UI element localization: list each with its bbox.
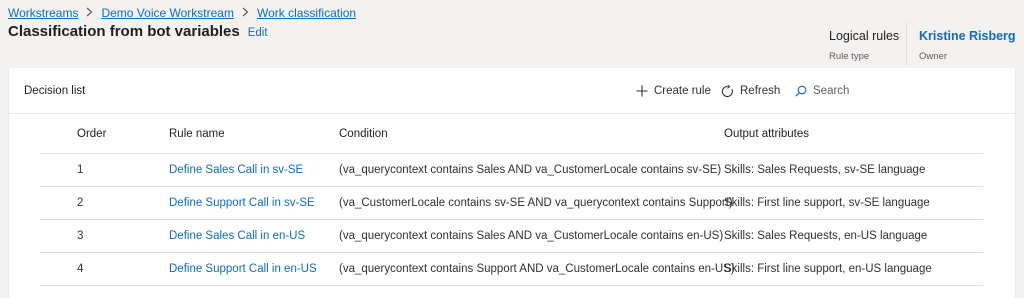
- row-order: 4: [77, 263, 84, 275]
- breadcrumb: Workstreams Demo Voice Workstream Work c…: [8, 6, 356, 20]
- decision-list-panel: Decision list Create rule Refresh Search…: [9, 68, 1015, 298]
- panel-title: Decision list: [24, 85, 86, 97]
- row-order: 3: [77, 230, 84, 242]
- search-placeholder: Search: [813, 85, 850, 97]
- rule-name-link[interactable]: Define Support Call in sv-SE: [169, 187, 315, 219]
- rule-name-link[interactable]: Define Sales Call in en-US: [169, 220, 305, 252]
- column-header-condition[interactable]: Condition: [339, 114, 388, 153]
- table-row[interactable]: 2 Define Support Call in sv-SE (va_Custo…: [40, 187, 983, 220]
- owner-label: Owner: [919, 51, 947, 62]
- search-icon: [795, 85, 807, 97]
- row-condition: (va_querycontext contains Sales AND va_C…: [339, 230, 724, 242]
- table-row[interactable]: 3 Define Sales Call in en-US (va_queryco…: [40, 220, 983, 253]
- row-output-attributes: Skills: First line support, sv-SE langua…: [724, 197, 930, 209]
- table-header-row: Order Rule name Condition Output attribu…: [40, 114, 983, 154]
- column-header-order[interactable]: Order: [77, 114, 106, 153]
- title-row: Classification from bot variables Edit: [8, 23, 268, 40]
- row-order: 1: [77, 164, 84, 176]
- row-output-attributes: Skills: First line support, en-US langua…: [724, 263, 932, 275]
- breadcrumb-work-classification[interactable]: Work classification: [257, 6, 356, 20]
- owner-value[interactable]: Kristine Risberg: [919, 29, 1016, 43]
- row-condition: (va_CustomerLocale contains sv-SE AND va…: [339, 197, 733, 209]
- breadcrumb-workstreams[interactable]: Workstreams: [8, 6, 78, 20]
- rule-name-link[interactable]: Define Sales Call in sv-SE: [169, 154, 303, 186]
- panel-header: Decision list Create rule Refresh Search: [9, 68, 1015, 114]
- rule-name-link[interactable]: Define Support Call in en-US: [169, 253, 317, 285]
- table-row[interactable]: 4 Define Support Call in en-US (va_query…: [40, 253, 983, 286]
- plus-icon: [636, 85, 648, 97]
- column-header-rule-name[interactable]: Rule name: [169, 114, 225, 153]
- owner-meta: Kristine Risberg Owner: [919, 29, 1016, 62]
- column-header-output-attributes[interactable]: Output attributes: [724, 114, 809, 153]
- meta-divider: [906, 22, 907, 66]
- search-input[interactable]: Search: [795, 68, 849, 114]
- page-title: Classification from bot variables: [8, 23, 240, 40]
- breadcrumb-demo-voice-workstream[interactable]: Demo Voice Workstream: [101, 6, 234, 20]
- decision-table: Order Rule name Condition Output attribu…: [40, 114, 983, 286]
- edit-link[interactable]: Edit: [248, 27, 268, 39]
- row-condition: (va_querycontext contains Support AND va…: [339, 263, 735, 275]
- refresh-button[interactable]: Refresh: [721, 68, 780, 114]
- table-row[interactable]: 1 Define Sales Call in sv-SE (va_queryco…: [40, 154, 983, 187]
- chevron-right-icon: [242, 7, 249, 20]
- rule-type-label: Rule type: [829, 51, 870, 62]
- refresh-icon: [721, 84, 733, 97]
- create-rule-label: Create rule: [654, 85, 711, 97]
- rule-type-value: Logical rules: [829, 29, 900, 43]
- row-output-attributes: Skills: Sales Requests, en-US language: [724, 230, 928, 242]
- rule-type-meta: Logical rules Rule type: [829, 29, 899, 62]
- row-output-attributes: Skills: Sales Requests, sv-SE language: [724, 164, 926, 176]
- create-rule-button[interactable]: Create rule: [636, 68, 711, 114]
- row-order: 2: [77, 197, 84, 209]
- chevron-right-icon: [86, 7, 93, 20]
- row-condition: (va_querycontext contains Sales AND va_C…: [339, 164, 722, 176]
- refresh-label: Refresh: [740, 85, 781, 97]
